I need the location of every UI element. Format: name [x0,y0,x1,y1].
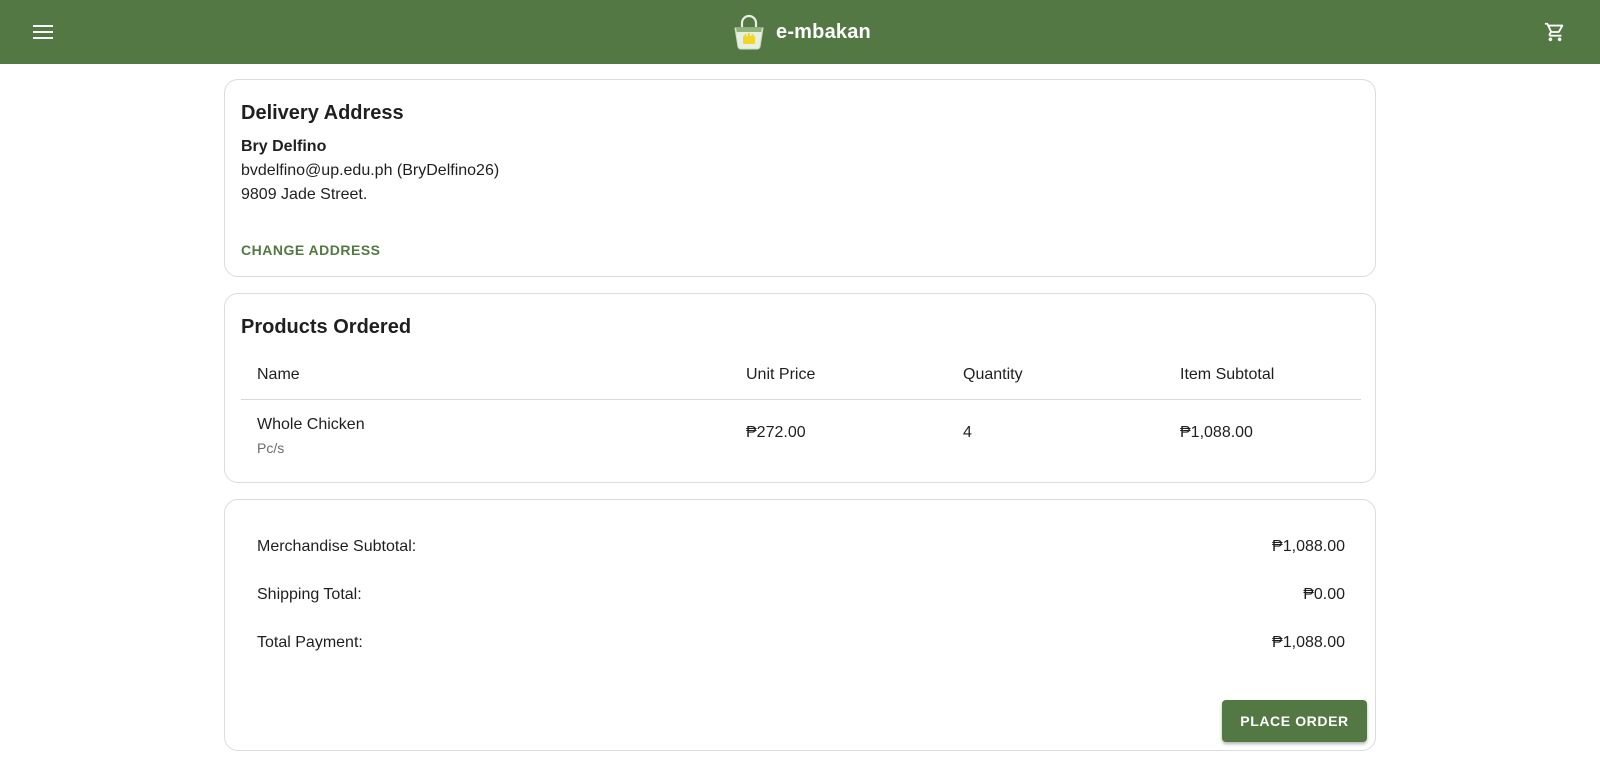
delivery-address-card: Delivery Address Bry Delfino bvdelfino@u… [224,79,1376,277]
merchandise-subtotal-row: Merchandise Subtotal: ₱1,088.00 [257,538,1345,562]
products-ordered-title: Products Ordered [241,316,412,338]
product-quantity: 4 [963,424,972,441]
product-item-subtotal: ₱1,088.00 [1180,424,1253,441]
total-payment-value: ₱1,088.00 [1272,634,1345,651]
shipping-total-value: ₱0.00 [1303,586,1345,603]
products-table: Name Unit Price Quantity Item Subtotal W… [241,352,1361,470]
app-bar: e-mbakan [0,0,1600,64]
product-unit-price: ₱272.00 [746,424,806,441]
table-row: Whole Chicken Pc/s ₱272.00 4 ₱1,088.00 [241,400,1361,470]
total-payment-row: Total Payment: ₱1,088.00 [257,634,1345,658]
column-header-unit-price: Unit Price [746,366,816,383]
merchandise-subtotal-label: Merchandise Subtotal: [257,538,417,555]
payment-summary-card: Merchandise Subtotal: ₱1,088.00 Shipping… [224,499,1376,751]
recipient-street: 9809 Jade Street. [241,186,368,203]
brand[interactable]: e-mbakan [732,14,871,50]
cart-icon[interactable] [1541,19,1569,45]
table-header: Name Unit Price Quantity Item Subtotal [241,352,1361,400]
product-name: Whole Chicken [257,416,365,433]
recipient-email: bvdelfino@up.edu.ph (BryDelfino26) [241,162,500,179]
column-header-name: Name [257,366,300,383]
delivery-address-title: Delivery Address [241,102,404,124]
change-address-button[interactable]: CHANGE ADDRESS [241,242,381,258]
recipient-name: Bry Delfino [241,138,327,155]
column-header-item-subtotal: Item Subtotal [1180,366,1275,383]
products-ordered-card: Products Ordered Name Unit Price Quantit… [224,293,1376,483]
menu-icon[interactable] [30,20,56,44]
column-header-quantity: Quantity [963,366,1023,383]
shipping-total-row: Shipping Total: ₱0.00 [257,586,1345,610]
shipping-total-label: Shipping Total: [257,586,362,603]
product-unit: Pc/s [257,440,285,456]
place-order-button[interactable]: PLACE ORDER [1222,700,1367,742]
app-name: e-mbakan [776,20,871,43]
basket-logo [734,14,764,50]
merchandise-subtotal-value: ₱1,088.00 [1272,538,1345,555]
total-payment-label: Total Payment: [257,634,363,651]
